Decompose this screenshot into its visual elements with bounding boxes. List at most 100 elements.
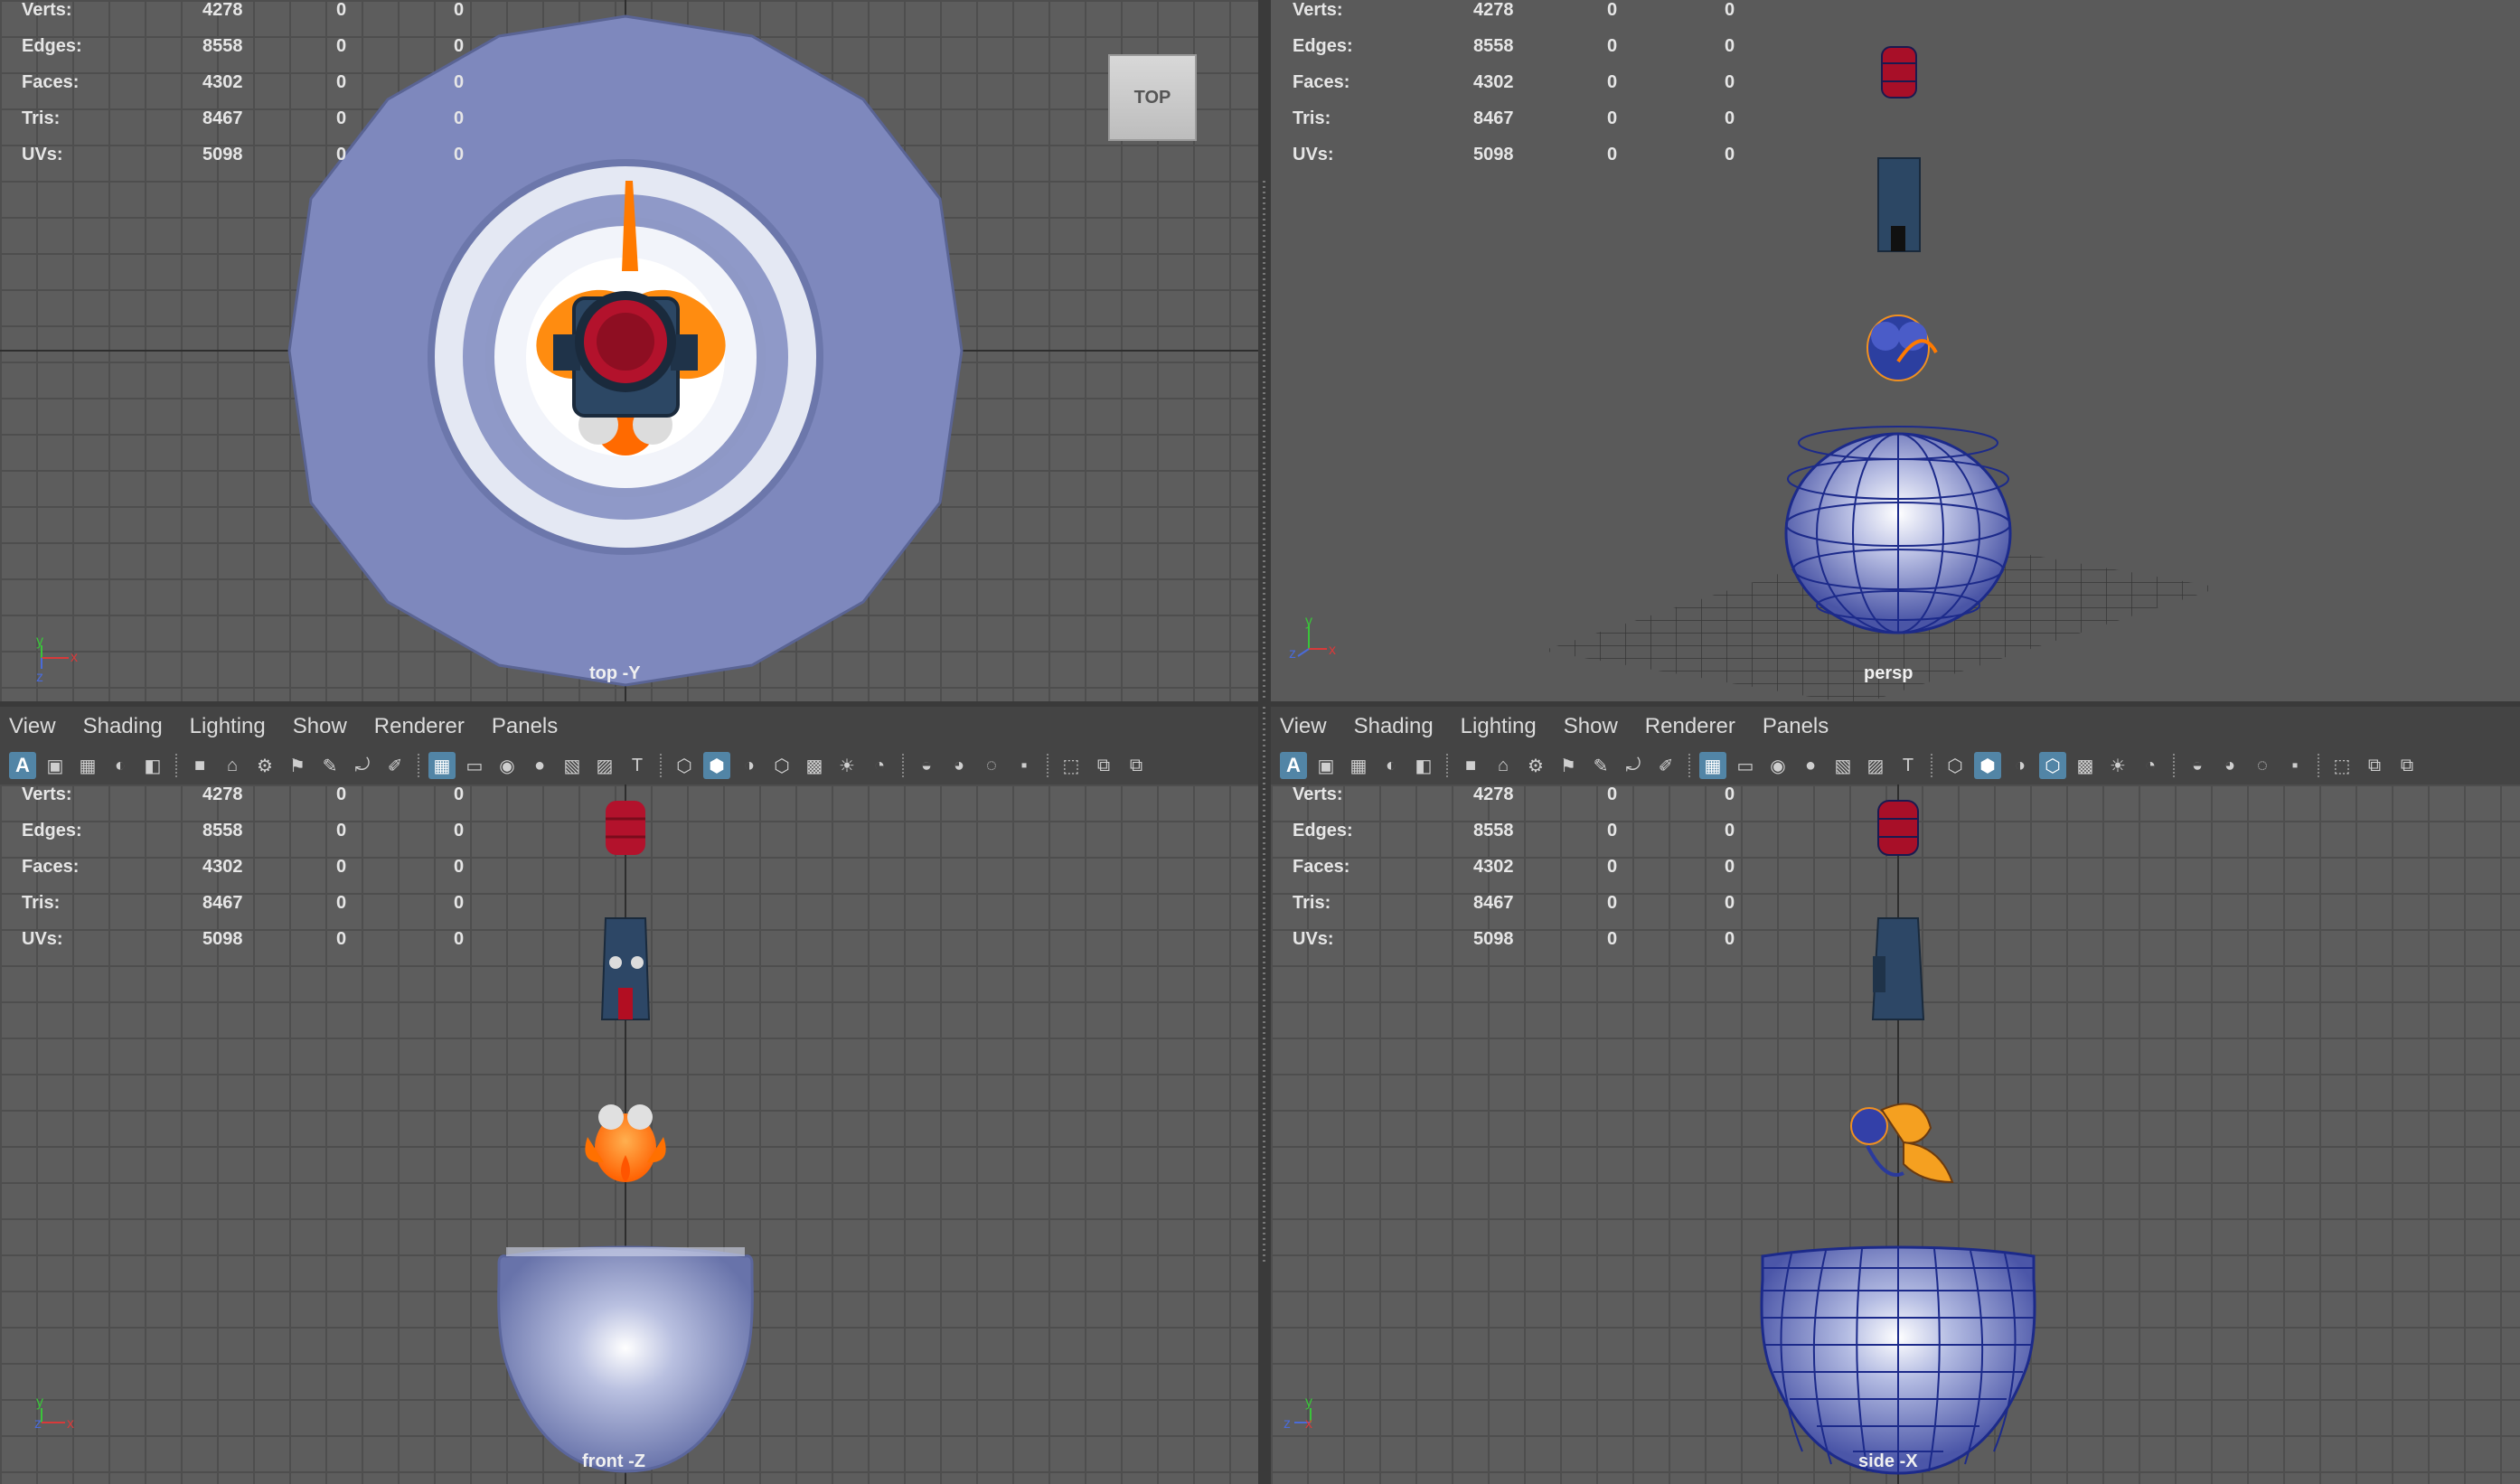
front-tiki	[600, 917, 651, 1020]
shadows-icon[interactable]: ◔	[2137, 752, 2164, 779]
camera-label-top: top -Y	[589, 663, 641, 683]
bookmark-flag-icon[interactable]: ⚑	[284, 752, 311, 779]
safe-action-icon[interactable]: ▨	[591, 752, 618, 779]
depth-of-field-icon[interactable]: ▪	[2281, 752, 2308, 779]
video-camera-icon[interactable]: ■	[186, 752, 213, 779]
viewport-top[interactable]: Verts: 4278 0 0 Edges: 8558 0 0 Faces: 4302 0 0 T…	[0, 0, 1258, 701]
menu-show[interactable]: Show	[1564, 714, 1618, 739]
paint-brush-icon[interactable]: ✐	[1652, 752, 1679, 779]
hud-label: UVs:	[22, 929, 63, 949]
use-all-lights-icon[interactable]: ☀	[833, 752, 860, 779]
hud-value: 0	[336, 72, 347, 92]
bend-tool-icon[interactable]: ⤾	[1620, 752, 1647, 779]
bookmark-icon[interactable]: ▦	[1345, 752, 1372, 779]
viewport-side[interactable]: Verts: 4278 0 0 Edges: 8558 0 0 Faces: 4302 0 0 T…	[1271, 784, 2520, 1484]
menu-shading[interactable]: Shading	[83, 714, 163, 739]
select-camera-a-icon[interactable]: A	[1280, 752, 1307, 779]
film-gate-icon[interactable]: ▭	[461, 752, 488, 779]
2d-pan-icon[interactable]: ◧	[139, 752, 166, 779]
pane-divider-vertical[interactable]	[1258, 0, 1271, 1484]
bookmark-flag-icon[interactable]: ⚑	[1555, 752, 1582, 779]
bend-tool-icon[interactable]: ⤾	[349, 752, 376, 779]
viewport-persp[interactable]: Verts: 4278 0 0 Edges: 8558 0 0 Faces: 4302 0 0 T…	[1271, 0, 2520, 701]
motion-blur-icon[interactable]: ◕	[2216, 752, 2243, 779]
hud-value: 0	[1607, 821, 1618, 841]
image-plane-icon[interactable]: ◐	[1378, 752, 1405, 779]
field-chart-icon[interactable]: ▧	[1829, 752, 1857, 779]
axis-z-label: z	[1284, 1416, 1291, 1432]
menu-view[interactable]: View	[1280, 714, 1327, 739]
camera-attributes-icon[interactable]: ▣	[1312, 752, 1340, 779]
viewcube-top[interactable]: TOP	[1108, 54, 1197, 141]
field-chart-icon[interactable]: ▧	[559, 752, 586, 779]
textured-icon[interactable]: ▩	[2072, 752, 2099, 779]
isolate-select-icon[interactable]: ⬚	[1058, 752, 1085, 779]
smooth-shade-icon[interactable]: ⬢	[703, 752, 730, 779]
menu-view[interactable]: View	[9, 714, 56, 739]
shadows-icon[interactable]: ◔	[866, 752, 893, 779]
grid-toggle-icon[interactable]: ▦	[1699, 752, 1726, 779]
xray-joints-icon[interactable]: ⧉	[2393, 752, 2421, 779]
2d-pan-icon[interactable]: ◧	[1410, 752, 1437, 779]
snapshot-icon[interactable]: ⚙	[251, 752, 278, 779]
separator	[2173, 754, 2175, 777]
anti-aliasing-icon[interactable]: ◌	[978, 752, 1005, 779]
smooth-shade-icon[interactable]: ⬢	[1974, 752, 2001, 779]
video-camera-icon[interactable]: ■	[1457, 752, 1484, 779]
use-all-lights-icon[interactable]: ☀	[2104, 752, 2131, 779]
menu-show[interactable]: Show	[293, 714, 347, 739]
screen-space-ao-icon[interactable]: ◒	[2184, 752, 2211, 779]
menu-lighting[interactable]: Lighting	[1461, 714, 1537, 739]
snapshot-icon[interactable]: ⚙	[1522, 752, 1549, 779]
separator	[1047, 754, 1048, 777]
bookmark-icon[interactable]: ▦	[74, 752, 101, 779]
hud-row-faces: Faces: 4302 0 0	[1293, 72, 1763, 108]
xray-icon[interactable]: ⧉	[1090, 752, 1117, 779]
resolution-gate-icon[interactable]: ◉	[1764, 752, 1791, 779]
paint-brush-icon[interactable]: ✐	[381, 752, 409, 779]
screen-space-ao-icon[interactable]: ◒	[913, 752, 940, 779]
gate-mask-icon[interactable]: ●	[1797, 752, 1824, 779]
grid-toggle-icon[interactable]: ▦	[428, 752, 456, 779]
hud-value: 4302	[202, 857, 243, 877]
menu-panels[interactable]: Panels	[1763, 714, 1829, 739]
axis-z-label: z	[1289, 646, 1296, 662]
wireframe-icon[interactable]: ⬡	[671, 752, 698, 779]
safe-action-icon[interactable]: ▨	[1862, 752, 1889, 779]
axis-gizmo-persp: y x z	[1289, 615, 1336, 662]
default-material-icon[interactable]: ◑	[736, 752, 763, 779]
lock-camera-icon[interactable]: ⌂	[219, 752, 246, 779]
depth-of-field-icon[interactable]: ▪	[1011, 752, 1038, 779]
panel-toolbar-side: View Shading Lighting Show Renderer Pane…	[1271, 707, 2520, 784]
menu-renderer[interactable]: Renderer	[374, 714, 465, 739]
wireframe-icon[interactable]: ⬡	[1942, 752, 1969, 779]
wireframe-on-shaded-icon[interactable]: ⬡	[2039, 752, 2066, 779]
xray-icon[interactable]: ⧉	[2361, 752, 2388, 779]
camera-attributes-icon[interactable]: ▣	[42, 752, 69, 779]
textured-icon[interactable]: ▩	[801, 752, 828, 779]
image-plane-icon[interactable]: ◐	[107, 752, 134, 779]
wireframe-on-shaded-icon[interactable]: ⬡	[768, 752, 795, 779]
grease-pencil-icon[interactable]: ✎	[1587, 752, 1614, 779]
separator	[2318, 754, 2319, 777]
resolution-gate-icon[interactable]: ◉	[494, 752, 521, 779]
hud-row-tris: Tris: 8467 0 0	[22, 893, 492, 929]
menu-panels[interactable]: Panels	[492, 714, 558, 739]
default-material-icon[interactable]: ◑	[2007, 752, 2034, 779]
gate-mask-icon[interactable]: ●	[526, 752, 553, 779]
front-barrel	[606, 801, 645, 855]
safe-title-icon[interactable]: T	[624, 752, 651, 779]
safe-title-icon[interactable]: T	[1895, 752, 1922, 779]
isolate-select-icon[interactable]: ⬚	[2328, 752, 2355, 779]
motion-blur-icon[interactable]: ◕	[945, 752, 973, 779]
film-gate-icon[interactable]: ▭	[1732, 752, 1759, 779]
lock-camera-icon[interactable]: ⌂	[1490, 752, 1517, 779]
xray-joints-icon[interactable]: ⧉	[1123, 752, 1150, 779]
anti-aliasing-icon[interactable]: ◌	[2249, 752, 2276, 779]
menu-lighting[interactable]: Lighting	[190, 714, 266, 739]
menu-shading[interactable]: Shading	[1354, 714, 1434, 739]
select-camera-a-icon[interactable]: A	[9, 752, 36, 779]
grease-pencil-icon[interactable]: ✎	[316, 752, 343, 779]
menu-renderer[interactable]: Renderer	[1645, 714, 1735, 739]
viewport-front[interactable]: Verts: 4278 0 0 Edges: 8558 0 0 Faces: 4302 0 0 T…	[0, 784, 1258, 1484]
